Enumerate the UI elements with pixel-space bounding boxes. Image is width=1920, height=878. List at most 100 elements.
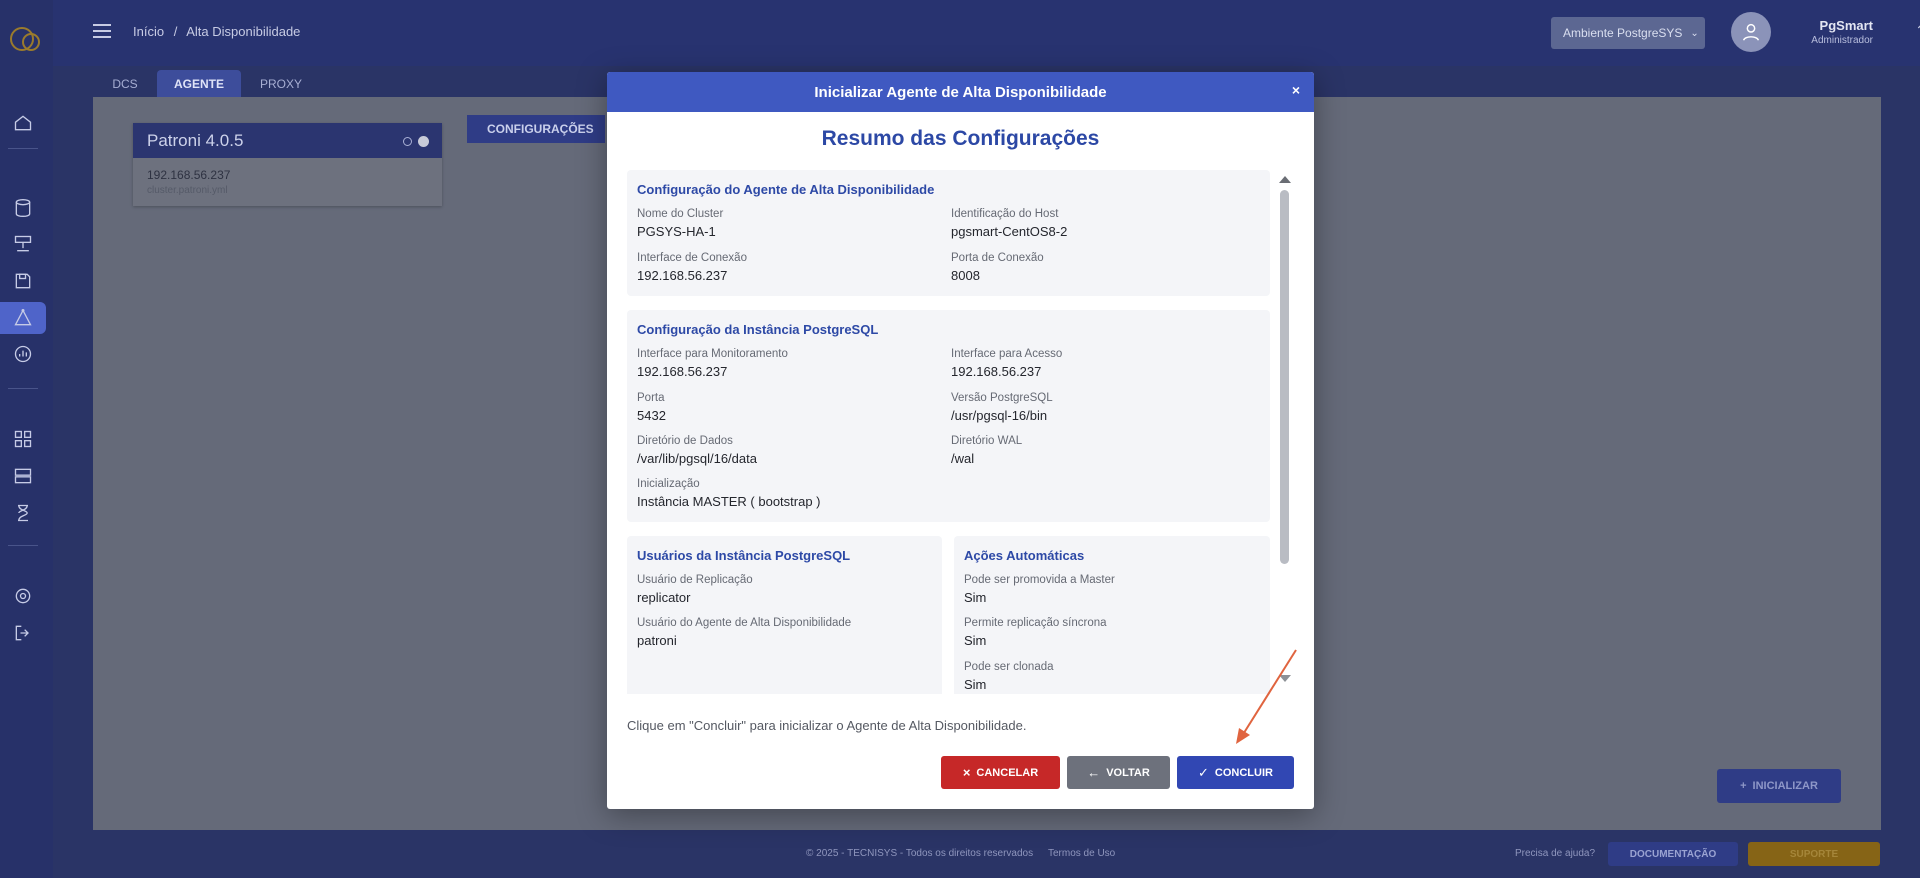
scroll-up-arrow-icon[interactable] [1279,176,1291,183]
field-label: Diretório WAL [951,435,1023,447]
field-monitoring-interface: Interface para Monitoramento 192.168.56.… [637,348,788,379]
server-network-icon[interactable] [12,233,34,255]
agent-card-ip: 192.168.56.237 [147,168,231,182]
user-role: Administrador [1811,35,1873,46]
top-header: Início / Alta Disponibilidade Ambiente P… [53,0,1920,66]
field-conn-port: Porta de Conexão 8008 [951,252,1044,283]
scrollbar-thumb[interactable] [1280,190,1289,564]
arrow-left-icon: ← [1087,765,1101,780]
breadcrumb-separator: / [173,24,178,39]
cancel-button-label: CANCELAR [976,766,1039,779]
field-host-id: Identificação do Host pgsmart-CentOS8-2 [951,208,1067,239]
agent-card-title: Patroni 4.0.5 [147,130,244,150]
field-data-dir: Diretório de Dados /var/lib/pgsql/16/dat… [637,435,757,466]
field-label: Usuário de Replicação [637,574,753,586]
modal-title: Resumo das Configurações [821,127,1100,150]
field-port: Porta 5432 [637,392,666,423]
field-value: Sim [964,677,987,692]
conclude-button[interactable]: ✓ CONCLUIR [1177,756,1294,789]
field-label: Porta [637,392,665,404]
instance-users-section: Usuários da Instância PostgreSQL Usuário… [627,536,942,694]
field-agent-user: Usuário do Agente de Alta Disponibilidad… [637,617,851,648]
section-title: Configuração do Agente de Alta Disponibi… [637,182,935,197]
hourglass-icon[interactable] [12,502,34,524]
plus-icon: + [1740,780,1747,792]
logo-icon [10,27,40,51]
footer-copyright: © 2025 - TECNISYS - Todos os direitos re… [806,848,1034,859]
close-icon: × [962,765,971,780]
initialize-button-label: INICIALIZAR [1752,780,1818,792]
field-value: Instância MASTER ( bootstrap ) [637,494,821,509]
field-label: Interface para Monitoramento [637,348,788,360]
modal-hint-text: Clique em "Concluir" para inicializar o … [627,718,1027,733]
field-label: Usuário do Agente de Alta Disponibilidad… [637,617,852,629]
tab-dcs[interactable]: DCS [101,70,149,98]
storage-icon[interactable] [12,465,34,487]
sidebar-divider [8,388,38,389]
field-value: patroni [637,633,677,648]
documentation-button[interactable]: DOCUMENTAÇÃO [1608,842,1738,866]
field-value: 192.168.56.237 [637,364,728,379]
environment-select[interactable]: Ambiente PostgreSYS ⌄ [1551,17,1705,49]
field-label: Pode ser clonada [964,661,1054,673]
tab-agente[interactable]: AGENTE [157,70,241,98]
summary-scrollbar[interactable] [1277,170,1291,694]
sidebar-divider [8,148,38,149]
field-cluster-name: Nome do Cluster PGSYS-HA-1 [637,208,723,239]
status-dot-icon [418,136,429,147]
high-availability-icon[interactable] [12,307,34,329]
section-title: Usuários da Instância PostgreSQL [637,548,851,563]
field-label: Versão PostgreSQL [951,392,1053,404]
user-avatar[interactable] [1731,12,1771,52]
field-can-clone: Pode ser clonada Sim [964,661,1054,692]
grid-icon[interactable] [12,428,34,450]
field-value: replicator [637,590,691,605]
status-ring-icon [403,137,412,146]
home-icon[interactable] [12,112,34,134]
annotation-arrow-icon [1236,649,1297,744]
field-wal-dir: Diretório WAL /wal [951,435,1022,466]
field-label: Interface para Acesso [951,348,1063,360]
conclude-button-label: CONCLUIR [1214,766,1273,779]
modal-header-title: Inicializar Agente de Alta Disponibilida… [814,83,1107,101]
breadcrumb-current: Alta Disponibilidade [186,24,301,39]
monitoring-icon[interactable] [12,343,34,365]
chevron-up-icon[interactable]: ⌃ [1915,22,1920,39]
save-icon[interactable] [12,270,34,292]
section-title: Ações Automáticas [964,548,1085,563]
field-value: /usr/pgsql-16/bin [951,408,1048,423]
field-value: 8008 [951,268,980,283]
support-button[interactable]: SUPORTE [1748,842,1880,866]
chevron-down-icon: ⌄ [1690,27,1699,39]
configuracoes-button[interactable]: CONFIGURAÇÕES [467,115,605,143]
cancel-button[interactable]: × CANCELAR [941,756,1060,789]
initialize-button[interactable]: + INICIALIZAR [1717,769,1841,803]
back-button[interactable]: ← VOLTAR [1067,756,1170,789]
field-label: Porta de Conexão [951,252,1044,264]
field-label: Nome do Cluster [637,208,724,220]
breadcrumb-home[interactable]: Início [133,24,164,39]
field-conn-interface: Interface de Conexão 192.168.56.237 [637,252,747,283]
field-label: Pode ser promovida a Master [964,574,1115,586]
agent-config-section: Configuração do Agente de Alta Disponibi… [627,170,1270,296]
close-icon[interactable]: × [1292,82,1300,98]
section-title: Configuração da Instância PostgreSQL [637,322,879,337]
summary-scroll-area[interactable]: Configuração do Agente de Alta Disponibi… [627,170,1279,694]
field-value: PGSYS-HA-1 [637,224,716,239]
field-label: Identificação do Host [951,208,1059,220]
environment-select-value: Ambiente PostgreSYS [1563,26,1683,40]
field-value: Sim [964,590,987,605]
field-pg-version: Versão PostgreSQL /usr/pgsql-16/bin [951,392,1053,423]
agent-card[interactable]: Patroni 4.0.5 192.168.56.237 cluster.pat… [133,123,442,206]
footer-terms-link[interactable]: Termos de Uso [1048,848,1115,859]
logout-icon[interactable] [12,622,34,644]
field-label: Inicialização [637,478,700,490]
field-value: pgsmart-CentOS8-2 [951,224,1068,239]
settings-gear-icon[interactable] [12,585,34,607]
tab-proxy[interactable]: PROXY [251,70,311,98]
modal-header: Inicializar Agente de Alta Disponibilida… [607,72,1314,112]
user-icon [1742,23,1760,41]
menu-hamburger-icon[interactable] [93,24,111,38]
initialize-agent-modal: Inicializar Agente de Alta Disponibilida… [607,72,1314,809]
database-icon[interactable] [12,197,34,219]
